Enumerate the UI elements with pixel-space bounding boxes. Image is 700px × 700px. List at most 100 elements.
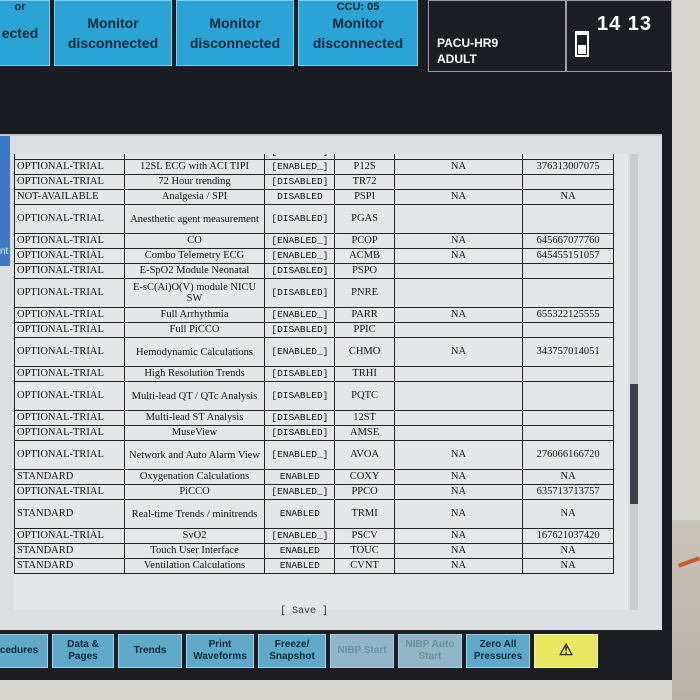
cell-option[interactable]: [DISABLED] <box>264 174 336 190</box>
cell-val2[interactable]: NA <box>522 499 614 529</box>
cell-option[interactable]: [DISABLED] <box>264 381 336 411</box>
cell-val2[interactable]: 655322125555 <box>522 307 614 323</box>
options-table: OPTIONAL-TRIAL12SL 12-lead ECG[DISABLED]… <box>14 154 614 574</box>
table-row: STANDARD Touch User Interface ENABLED TOUC N… <box>14 543 614 559</box>
softkey-0[interactable]: cedures <box>0 634 48 668</box>
cell-val2[interactable] <box>522 263 614 279</box>
cell-option[interactable]: [ENABLED_] <box>264 440 336 470</box>
table-row: OPTIONAL-TRIAL Multi-lead ST Analysis [DIS… <box>14 410 614 426</box>
cell-option[interactable]: [DISABLED] <box>264 425 336 441</box>
cell-option[interactable]: [ENABLED_] <box>264 159 336 175</box>
cell-feature: Full Arrhythmia <box>123 307 266 323</box>
cell-val1: NA <box>393 248 524 264</box>
cell-option[interactable]: [DISABLED] <box>264 278 336 308</box>
cell-feature: Ventilation Calculations <box>123 558 266 574</box>
software-options-window: nt OPTIONAL-TRIAL12SL 12-lead ECG[DISABL… <box>0 134 662 630</box>
scrollbar[interactable] <box>630 154 638 610</box>
softkey-6[interactable]: NIBP Auto Start <box>398 634 462 668</box>
clock-box: 14 13 <box>566 0 672 72</box>
cell-val2[interactable]: 276066166720 <box>522 440 614 470</box>
cell-val2[interactable]: NA <box>522 469 614 485</box>
cell-option[interactable]: ENABLED <box>264 499 336 529</box>
cell-feature: 12SL ECG with ACI TIPI <box>123 159 266 175</box>
cell-val2[interactable]: 343757014051 <box>522 337 614 367</box>
cell-option[interactable]: [DISABLED] <box>264 366 336 382</box>
cell-status: OPTIONAL-TRIAL <box>14 278 125 308</box>
cell-val2[interactable]: 167621037420 <box>522 528 614 544</box>
cell-option[interactable]: [ENABLED_] <box>264 233 336 249</box>
cell-val2[interactable]: NA <box>522 558 614 574</box>
monitor-button-4[interactable]: CCU: 05 Monitor disconnected <box>298 0 418 66</box>
cell-option[interactable]: ENABLED <box>264 558 336 574</box>
cell-option[interactable]: [DISABLED] <box>264 204 336 234</box>
cell-val2[interactable]: 376313007075 <box>522 159 614 175</box>
monitor-button-3[interactable]: Monitor disconnected <box>176 0 294 66</box>
cell-code: PSPI <box>334 189 395 205</box>
cell-status: OPTIONAL-TRIAL <box>14 366 125 382</box>
monitor-button-2[interactable]: Monitor disconnected <box>54 0 172 66</box>
softkey-2[interactable]: Trends <box>118 634 182 668</box>
cell-status: OPTIONAL-TRIAL <box>14 440 125 470</box>
cell-val2[interactable] <box>522 322 614 338</box>
cell-val1: NA <box>393 469 524 485</box>
cell-option[interactable]: DISABLED <box>264 189 336 205</box>
side-tab-strip: nt <box>0 136 10 266</box>
cell-val2[interactable] <box>522 204 614 234</box>
cell-val1 <box>393 174 524 190</box>
table-row: OPTIONAL-TRIAL High Resolution Trends [DIS… <box>14 366 614 382</box>
cell-option[interactable]: [DISABLED] <box>264 410 336 426</box>
cell-feature: Full PiCCO <box>123 322 266 338</box>
cell-val2[interactable] <box>522 410 614 426</box>
cell-val2[interactable]: NA <box>522 189 614 205</box>
monitor-button-1[interactable]: or ected <box>0 0 50 66</box>
cell-val2[interactable] <box>522 174 614 190</box>
table-row: OPTIONAL-TRIAL Hemodynamic Calculations [E… <box>14 337 614 367</box>
save-button[interactable]: [ Save ] <box>280 606 328 617</box>
table-row: OPTIONAL-TRIAL Network and Auto Alarm Vie… <box>14 440 614 470</box>
cell-feature: PiCCO <box>123 484 266 500</box>
cell-val2[interactable] <box>522 381 614 411</box>
cell-option[interactable]: ENABLED <box>264 543 336 559</box>
cell-option[interactable]: ENABLED <box>264 469 336 485</box>
patient-info-box[interactable]: PACU-HR9 ADULT <box>428 0 566 72</box>
cell-val2[interactable]: 645455151057 <box>522 248 614 264</box>
cell-val2[interactable]: 645667077760 <box>522 233 614 249</box>
softkey-1[interactable]: Data & Pages <box>52 634 114 668</box>
cell-code: CVNT <box>334 558 395 574</box>
cell-option[interactable]: [ENABLED_] <box>264 337 336 367</box>
cell-code: AMSE <box>334 425 395 441</box>
table-row: OPTIONAL-TRIAL CO [ENABLED_] PCOP NA 64566707… <box>14 233 614 249</box>
table-row: OPTIONAL-TRIAL PiCCO [ENABLED_] PPCO NA 63571… <box>14 484 614 500</box>
cell-val2[interactable] <box>522 278 614 308</box>
cell-val1 <box>393 263 524 279</box>
cell-option[interactable]: [ENABLED_] <box>264 307 336 323</box>
cell-option[interactable]: [ENABLED_] <box>264 528 336 544</box>
alarm-silence-button[interactable]: ⚠ <box>534 634 598 668</box>
cell-code: TR72 <box>334 174 395 190</box>
cell-option[interactable]: [ENABLED_] <box>264 484 336 500</box>
cell-option[interactable]: [DISABLED] <box>264 322 336 338</box>
cell-status: OPTIONAL-TRIAL <box>14 322 125 338</box>
cell-feature: E-SpO2 Module Neonatal <box>123 263 266 279</box>
softkey-3[interactable]: Print Waveforms <box>186 634 254 668</box>
softkey-4[interactable]: Freeze/ Snapshot <box>258 634 326 668</box>
cell-code: 12ST <box>334 410 395 426</box>
table-row: OPTIONAL-TRIAL Combo Telemetry ECG [ENABLE… <box>14 248 614 264</box>
cell-val1: NA <box>393 484 524 500</box>
softkey-5[interactable]: NIBP Start <box>330 634 394 668</box>
cell-val2[interactable]: NA <box>522 543 614 559</box>
cell-val2[interactable] <box>522 425 614 441</box>
cell-option[interactable]: [ENABLED_] <box>264 248 336 264</box>
scrollbar-thumb[interactable] <box>630 384 638 504</box>
cell-option[interactable]: [DISABLED] <box>264 263 336 279</box>
cell-feature: E-sC(Ai)O(V) module NICU SW <box>123 278 266 308</box>
cell-val2[interactable] <box>522 366 614 382</box>
top-bar: or ected Monitor disconnected Monitor di… <box>0 0 672 72</box>
cell-val2[interactable]: 635713713757 <box>522 484 614 500</box>
softkey-7[interactable]: Zero All Pressures <box>466 634 530 668</box>
cell-feature: Touch User Interface <box>123 543 266 559</box>
cell-code: PSCV <box>334 528 395 544</box>
cell-code: PQTC <box>334 381 395 411</box>
cell-status: OPTIONAL-TRIAL <box>14 174 125 190</box>
monitor-screen: or ected Monitor disconnected Monitor di… <box>0 0 672 680</box>
